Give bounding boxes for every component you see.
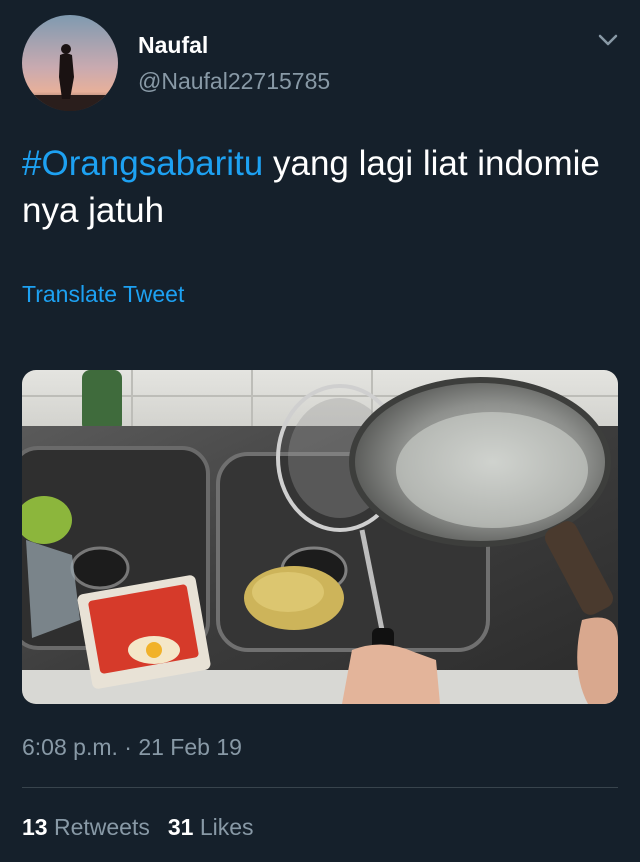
- retweets-count: 13: [22, 814, 48, 840]
- retweets-label: Retweets: [53, 814, 150, 840]
- tweet-card: Naufal @Naufal22715785 #Orangsabaritu ya…: [0, 0, 640, 862]
- user-handle[interactable]: @Naufal22715785: [138, 68, 330, 95]
- likes-stat[interactable]: 31 Likes: [168, 814, 254, 840]
- tweet-image[interactable]: [22, 370, 618, 704]
- divider: [22, 787, 618, 788]
- display-name[interactable]: Naufal: [138, 32, 208, 59]
- likes-count: 31: [167, 814, 194, 840]
- translate-tweet-link[interactable]: Translate Tweet: [22, 281, 184, 308]
- avatar[interactable]: [22, 15, 118, 111]
- retweets-stat[interactable]: 13 Retweets: [22, 814, 150, 840]
- chevron-down-icon[interactable]: [594, 28, 622, 52]
- likes-label: Likes: [199, 814, 254, 840]
- hashtag-link[interactable]: #Orangsabaritu: [22, 144, 263, 183]
- tweet-timestamp[interactable]: 6:08 p.m. · 21 Feb 19: [22, 734, 242, 761]
- tweet-text: #Orangsabaritu yang lagi liat indomie ny…: [22, 140, 612, 234]
- engagement-stats: 13 Retweets 31 Likes: [22, 814, 254, 841]
